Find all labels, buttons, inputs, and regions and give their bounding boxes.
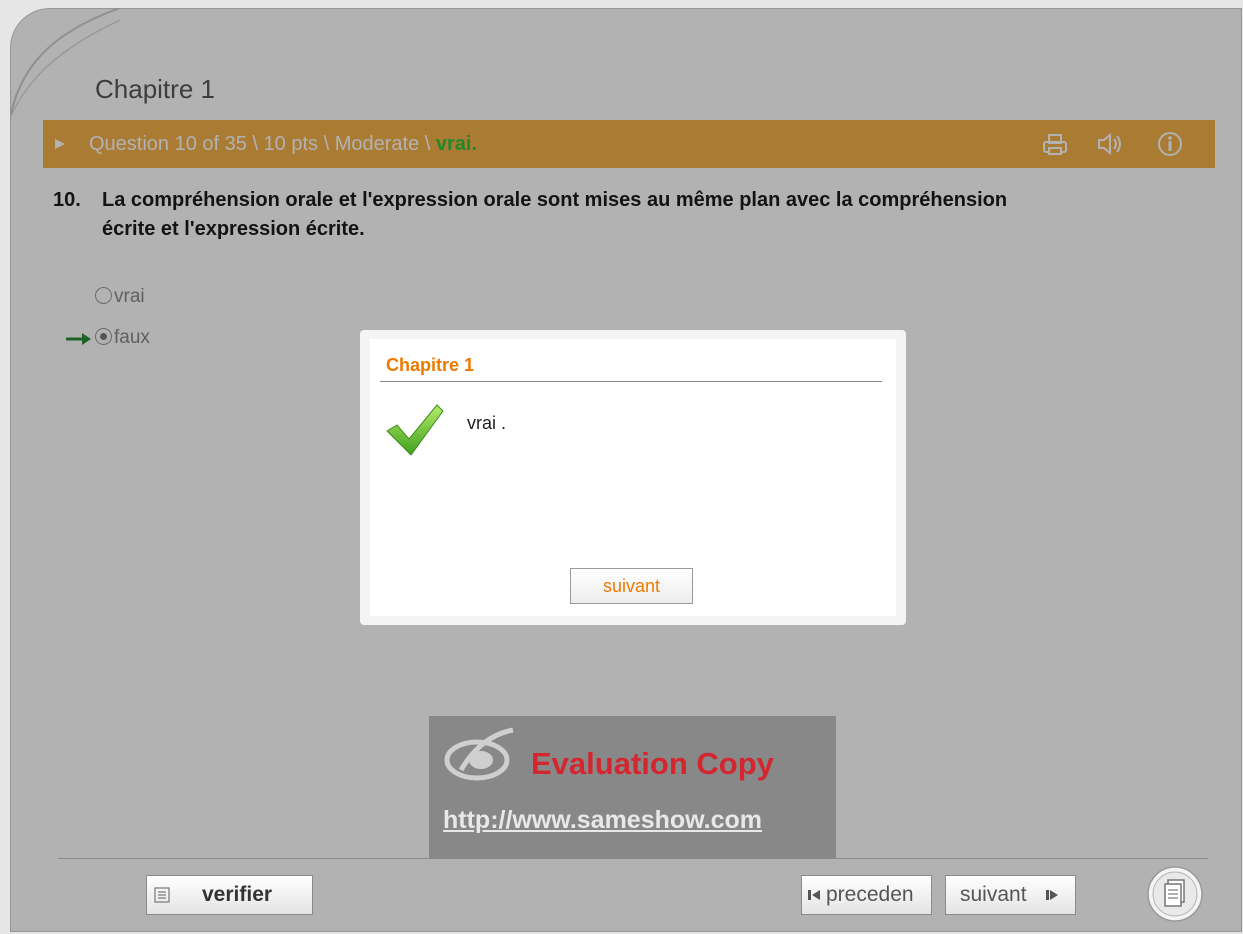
next-arrow-icon	[1046, 890, 1058, 900]
notes-icon[interactable]	[1146, 865, 1204, 923]
previous-arrow-icon	[808, 890, 820, 900]
next-button[interactable]: suivant	[945, 875, 1076, 915]
previous-button-label: preceden	[826, 883, 914, 906]
feedback-dialog: Chapitre 1 vrai . suivant	[360, 330, 906, 625]
verify-button[interactable]: verifier	[146, 875, 313, 915]
footer-divider	[58, 858, 1208, 859]
sameshow-logo-icon	[444, 727, 514, 781]
verify-button-label: verifier	[202, 883, 273, 906]
watermark-title: Evaluation Copy	[531, 746, 774, 781]
watermark-url: http://www.sameshow.com	[443, 806, 763, 834]
feedback-dialog-body: Chapitre 1 vrai . suivant	[370, 339, 896, 616]
dialog-next-button[interactable]: suivant	[570, 568, 693, 604]
dialog-message: vrai .	[467, 413, 507, 433]
dialog-title: Chapitre 1	[386, 355, 475, 375]
document-icon	[154, 887, 170, 903]
next-button-label: suivant	[960, 883, 1027, 906]
evaluation-watermark: Evaluation Copy http://www.sameshow.com	[429, 716, 836, 859]
dialog-divider	[380, 381, 882, 382]
previous-button[interactable]: preceden	[801, 875, 932, 915]
checkmark-icon	[386, 404, 444, 456]
